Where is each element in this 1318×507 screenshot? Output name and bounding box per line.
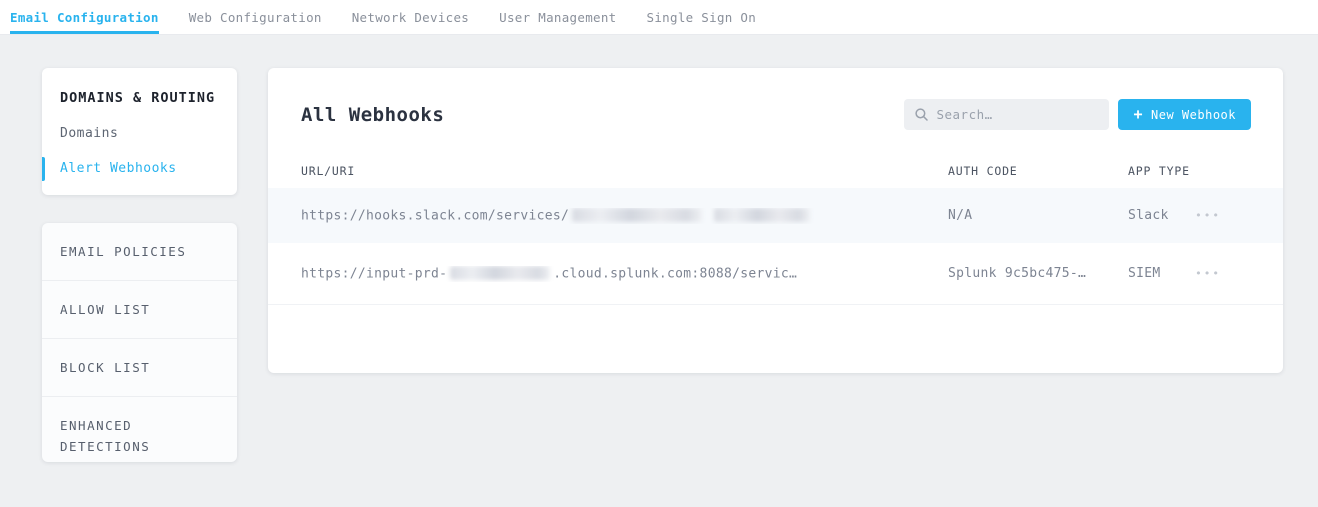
tab-email-configuration[interactable]: Email Configuration <box>10 0 159 34</box>
column-header-url: URL/URI <box>301 164 948 178</box>
header-actions: + New Webhook <box>904 99 1251 130</box>
new-webhook-button[interactable]: + New Webhook <box>1118 99 1251 130</box>
panel-header: All Webhooks + New Webhook <box>268 68 1283 134</box>
tab-single-sign-on[interactable]: Single Sign On <box>647 0 757 34</box>
webhooks-panel: All Webhooks + New Webhook URL/URI AUTH … <box>268 68 1283 373</box>
sidebar-item-alert-webhooks[interactable]: Alert Webhooks <box>60 160 219 178</box>
redacted-text <box>450 266 550 280</box>
email-sections-card: EMAIL POLICIES ALLOW LIST BLOCK LIST ENH… <box>42 223 237 462</box>
table-row[interactable]: https://input-prd- .cloud.splunk.com:8088… <box>268 243 1283 305</box>
search-box[interactable] <box>904 99 1109 130</box>
app-type: SIEM <box>1128 266 1161 281</box>
domains-routing-card: DOMAINS & ROUTING Domains Alert Webhooks <box>42 68 237 195</box>
app-type: Slack <box>1128 208 1169 223</box>
url-prefix: https://hooks.slack.com/services/ <box>301 208 569 223</box>
sidebar-item-enhanced-detections[interactable]: ENHANCED DETECTIONS <box>42 396 237 462</box>
url-prefix: https://input-prd- <box>301 266 447 281</box>
page-title: All Webhooks <box>301 104 444 126</box>
webhook-url: https://hooks.slack.com/services/ <box>301 208 948 224</box>
active-indicator-bar <box>42 157 45 181</box>
row-menu-icon[interactable]: ••• <box>1195 267 1221 280</box>
new-webhook-label: New Webhook <box>1151 108 1236 122</box>
top-navigation: Email Configuration Web Configuration Ne… <box>0 0 1318 35</box>
webhook-url: https://input-prd- .cloud.splunk.com:8088… <box>301 266 948 282</box>
tab-network-devices[interactable]: Network Devices <box>352 0 469 34</box>
tab-user-management[interactable]: User Management <box>499 0 616 34</box>
auth-code: Splunk 9c5bc475-… <box>948 266 1128 281</box>
column-header-auth-code: AUTH CODE <box>948 164 1128 178</box>
table-row[interactable]: https://hooks.slack.com/services/ N/A Sl… <box>268 188 1283 243</box>
sidebar-item-domains[interactable]: Domains <box>60 125 219 143</box>
table-header-row: URL/URI AUTH CODE APP TYPE <box>268 164 1283 178</box>
search-input[interactable] <box>936 107 1098 122</box>
sidebar-item-allow-list[interactable]: ALLOW LIST <box>42 280 237 338</box>
tab-web-configuration[interactable]: Web Configuration <box>189 0 322 34</box>
plus-icon: + <box>1133 107 1143 122</box>
sidebar-item-block-list[interactable]: BLOCK LIST <box>42 338 237 396</box>
redacted-text <box>572 208 702 222</box>
sidebar-item-email-policies[interactable]: EMAIL POLICIES <box>42 223 237 280</box>
url-suffix: .cloud.splunk.com:8088/servic… <box>553 266 797 281</box>
auth-code: N/A <box>948 208 1128 223</box>
row-menu-icon[interactable]: ••• <box>1195 209 1221 222</box>
search-icon <box>915 108 928 121</box>
sidebar-item-label: Alert Webhooks <box>60 161 177 176</box>
column-header-app-type: APP TYPE <box>1128 164 1251 178</box>
domains-routing-title: DOMAINS & ROUTING <box>60 90 219 106</box>
redacted-text <box>714 208 810 222</box>
